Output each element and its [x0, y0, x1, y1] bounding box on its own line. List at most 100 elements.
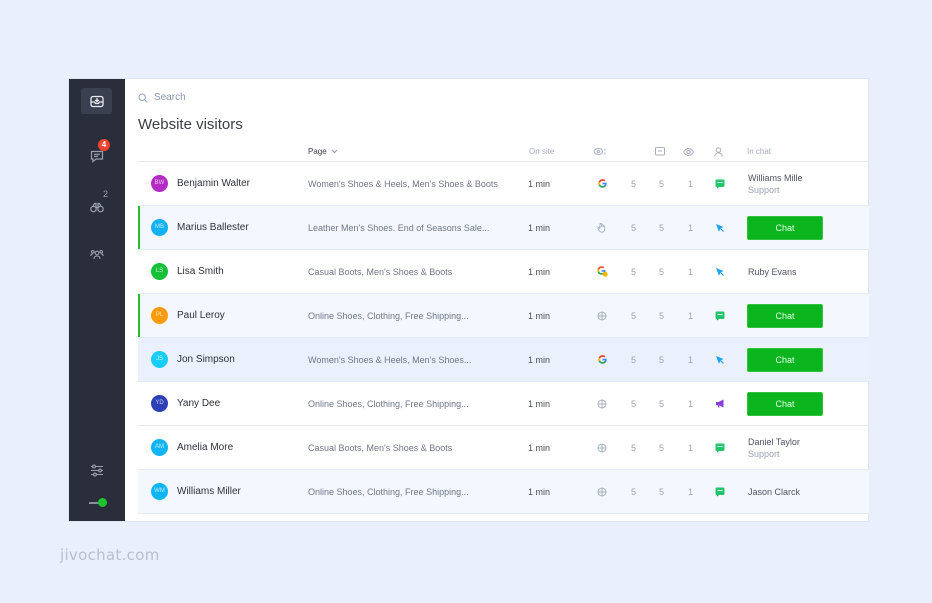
google-icon	[596, 354, 608, 366]
visitor-name[interactable]: Benjamin Walter	[177, 178, 250, 189]
active-row-marker	[138, 294, 140, 337]
app-window: 4 2 Search Website visitors Page On site…	[68, 78, 869, 522]
table-row[interactable]: AM Amelia More Casual Boots, Men's Shoes &…	[138, 426, 869, 470]
time-on-site: 1 min	[528, 310, 551, 321]
team-icon	[89, 249, 104, 259]
chats-count: 5	[631, 222, 637, 233]
chat-button[interactable]: Chat	[747, 391, 823, 416]
in-chat-agent: Ruby Evans	[748, 266, 797, 278]
visited-pages: Casual Boots, Men's Shoes & Boots	[308, 442, 453, 453]
views-count: 5	[659, 398, 665, 409]
visitors-count: 2	[102, 189, 108, 199]
sidebar-item-chats[interactable]: 4	[81, 139, 112, 169]
agent-department: Support	[748, 184, 780, 195]
time-on-site: 1 min	[528, 354, 551, 365]
visited-pages: Online Shoes, Clothing, Free Shipping...	[308, 310, 469, 321]
online-status-toggle[interactable]	[89, 498, 107, 508]
time-on-site: 1 min	[528, 486, 551, 497]
globe-icon	[596, 398, 608, 410]
views-count: 5	[659, 486, 665, 497]
time-on-site: 1 min	[528, 398, 551, 409]
agent-name: Ruby Evans	[748, 266, 797, 277]
table-row[interactable]: LS Lisa Smith Casual Boots, Men's Shoes & …	[138, 250, 869, 294]
visitor-name[interactable]: Amelia More	[177, 442, 233, 453]
inbox-icon	[89, 95, 104, 107]
avatar: MB	[151, 219, 168, 236]
visited-pages: Women's Shoes & Heels, Men's Shoes...	[308, 354, 472, 365]
source-icon	[594, 148, 606, 155]
sidebar-item-team[interactable]	[81, 241, 112, 267]
visitor-name[interactable]: Jon Simpson	[177, 354, 235, 365]
column-header-in-chat[interactable]: In chat	[747, 147, 771, 156]
chat-button[interactable]: Chat	[747, 303, 823, 328]
column-label: Page	[308, 147, 327, 156]
table-row[interactable]: WM Williams Miller Online Shoes, Clothing,…	[138, 470, 869, 514]
visits-count: 1	[688, 442, 694, 453]
visits-count: 1	[688, 310, 694, 321]
chat-status-icon	[714, 486, 725, 497]
globe-icon	[596, 442, 608, 454]
visitor-name[interactable]: Yany Dee	[177, 398, 220, 409]
views-count: 5	[659, 310, 665, 321]
avatar: YD	[151, 395, 168, 412]
sidebar-item-visitors[interactable]: 2	[81, 189, 112, 220]
chats-count: 5	[631, 398, 637, 409]
visitors-table: Page On site In chat BW Benjamin Walter …	[138, 145, 869, 514]
sidebar-item-inbox[interactable]	[81, 88, 112, 114]
visited-pages: Online Shoes, Clothing, Free Shipping...	[308, 398, 469, 409]
visitor-name[interactable]: Williams Miller	[177, 486, 241, 497]
visited-pages: Online Shoes, Clothing, Free Shipping...	[308, 486, 469, 497]
column-header-on-site[interactable]: On site	[529, 147, 554, 156]
cursor-status-icon	[714, 354, 725, 365]
globe-icon	[596, 310, 608, 322]
unread-badge: 4	[98, 139, 110, 151]
chat-button[interactable]: Chat	[747, 347, 823, 372]
visits-count: 1	[688, 222, 694, 233]
visited-pages: Leather Men's Shoes. End of Seasons Sale…	[308, 222, 490, 233]
visitor-name[interactable]: Paul Leroy	[177, 310, 225, 321]
table-row[interactable]: MB Marius Ballester Leather Men's Shoes. E…	[138, 206, 869, 250]
sidebar: 4 2	[69, 79, 125, 521]
table-row[interactable]: PL Paul Leroy Online Shoes, Clothing, Free…	[138, 294, 869, 338]
column-header-source[interactable]	[594, 148, 607, 155]
table-row[interactable]: JS Jon Simpson Women's Shoes & Heels, Men'…	[138, 338, 869, 382]
hand-pointer-icon	[596, 222, 608, 234]
chats-icon	[655, 147, 665, 156]
active-row-marker	[138, 206, 140, 249]
visits-count: 1	[688, 178, 694, 189]
settings-button[interactable]	[81, 457, 112, 483]
time-on-site: 1 min	[528, 266, 551, 277]
binoculars-icon	[89, 202, 104, 212]
search-bar[interactable]: Search	[138, 92, 186, 103]
chats-count: 5	[631, 310, 637, 321]
chevron-down-icon	[331, 149, 338, 154]
chat-status-icon	[714, 442, 725, 453]
column-header-page[interactable]: Page	[308, 147, 338, 156]
search-icon	[138, 92, 148, 103]
views-count: 5	[659, 442, 665, 453]
sliders-icon	[90, 464, 103, 476]
chat-button[interactable]: Chat	[747, 215, 823, 240]
column-header-chats[interactable]	[655, 147, 665, 157]
chat-bubble-icon	[90, 150, 103, 163]
search-input[interactable]: Search	[154, 92, 186, 103]
visits-count: 1	[688, 398, 694, 409]
megaphone-status-icon	[714, 398, 725, 409]
table-header: Page On site In chat	[138, 145, 869, 162]
chats-count: 5	[631, 486, 637, 497]
main-panel: Search Website visitors Page On site In …	[125, 79, 869, 521]
chats-count: 5	[631, 442, 637, 453]
visits-icon	[714, 147, 723, 157]
in-chat-agent: Williams Mille Support	[748, 172, 803, 196]
table-row[interactable]: YD Yany Dee Online Shoes, Clothing, Free S…	[138, 382, 869, 426]
table-row[interactable]: BW Benjamin Walter Women's Shoes & Heels, …	[138, 162, 869, 206]
column-header-views[interactable]	[683, 148, 694, 156]
globe-icon	[596, 486, 608, 498]
column-header-visits[interactable]	[714, 147, 723, 157]
cursor-status-icon	[714, 222, 725, 233]
agent-name: Daniel Taylor	[748, 436, 800, 447]
visitor-name[interactable]: Marius Ballester	[177, 222, 249, 233]
time-on-site: 1 min	[528, 178, 551, 189]
visits-count: 1	[688, 266, 694, 277]
visitor-name[interactable]: Lisa Smith	[177, 266, 224, 277]
